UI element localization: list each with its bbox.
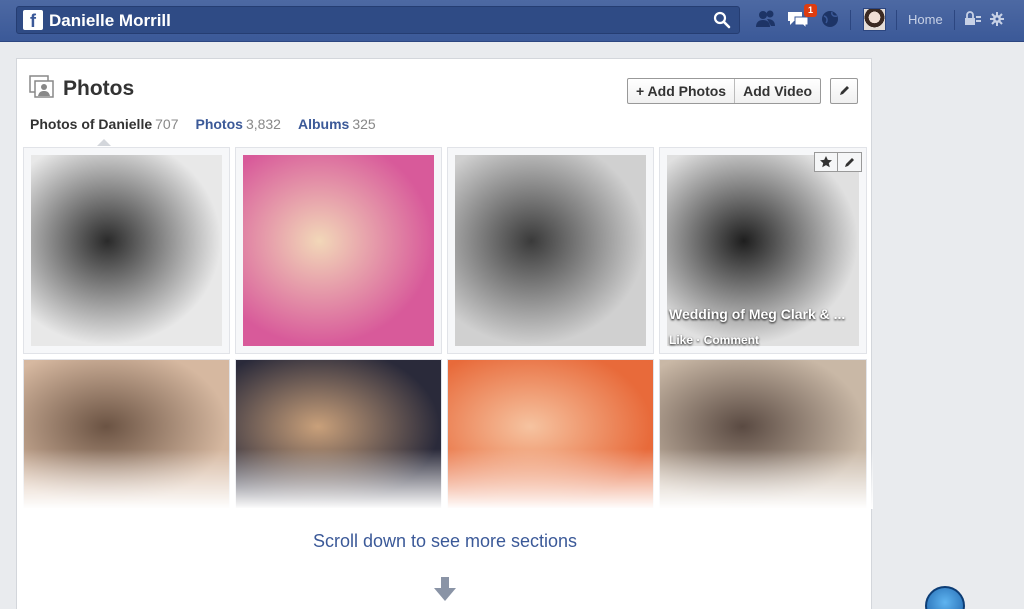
- tab-label: Photos: [195, 116, 243, 132]
- edit-section-button[interactable]: [830, 78, 858, 104]
- scroll-hint-text: Scroll down to see more sections: [312, 531, 578, 551]
- edit-photo-button[interactable]: [838, 152, 862, 172]
- tab-albums[interactable]: Albums 325: [298, 116, 376, 132]
- tab-label: Photos of Danielle: [30, 116, 153, 132]
- tab-count: 707: [155, 116, 179, 132]
- photo-caption[interactable]: Wedding of Meg Clark & ...: [669, 306, 845, 322]
- photo-image: [31, 155, 222, 346]
- privacy-lock-icon[interactable]: [962, 8, 984, 30]
- search-input[interactable]: f Danielle Morrill: [16, 6, 740, 34]
- home-link[interactable]: Home: [908, 12, 943, 27]
- notification-count-badge: 1: [804, 4, 817, 17]
- like-comment-links[interactable]: Like · Comment: [669, 333, 759, 347]
- pencil-icon: [844, 158, 854, 167]
- photo-tile[interactable]: [235, 147, 442, 354]
- photo-image: [243, 155, 434, 346]
- feature-star-button[interactable]: [814, 152, 838, 172]
- photos-panel: Photos + Add Photos Add Video Photos of …: [16, 58, 873, 609]
- topbar-divider: [896, 10, 897, 30]
- add-video-button[interactable]: Add Video: [734, 79, 820, 103]
- star-icon: [820, 156, 832, 168]
- search-query-text: Danielle Morrill: [49, 11, 171, 30]
- active-tab-caret: [97, 139, 111, 146]
- photo-tile[interactable]: [23, 147, 230, 354]
- photo-tile[interactable]: Wedding of Meg Clark & ... Like · Commen…: [659, 147, 867, 354]
- notifications-globe-icon[interactable]: [818, 8, 842, 30]
- right-column: [872, 42, 1024, 609]
- photos-icon: [29, 75, 54, 98]
- add-media-button-group: + Add Photos Add Video: [627, 78, 822, 104]
- settings-gear-icon[interactable]: [988, 8, 1006, 30]
- arrow-down-icon[interactable]: [433, 576, 457, 602]
- photos-tabs: Photos of Danielle 707 Photos 3,832 Albums…: [30, 116, 376, 132]
- add-photos-button[interactable]: + Add Photos: [628, 79, 734, 103]
- facebook-logo[interactable]: f: [23, 10, 43, 31]
- photo-tools: [814, 152, 862, 172]
- tab-photos[interactable]: Photos 3,832: [195, 116, 281, 132]
- tab-count: 325: [352, 116, 376, 132]
- page-title: Photos: [63, 77, 135, 100]
- photo-tile[interactable]: [447, 147, 654, 354]
- search-icon[interactable]: [713, 11, 731, 29]
- photo-fade-overlay: [17, 449, 873, 509]
- tab-photos-of[interactable]: Photos of Danielle 707: [30, 116, 178, 132]
- top-navigation-bar: f Danielle Morrill 1 Home: [0, 0, 1024, 42]
- tab-label: Albums: [297, 116, 350, 132]
- avatar[interactable]: [863, 8, 886, 31]
- friend-requests-icon[interactable]: [754, 8, 778, 30]
- topbar-divider: [850, 10, 851, 30]
- topbar-divider: [954, 10, 955, 30]
- photo-image: [455, 155, 646, 346]
- tab-count: 3,832: [245, 116, 281, 132]
- pencil-icon: [840, 86, 849, 95]
